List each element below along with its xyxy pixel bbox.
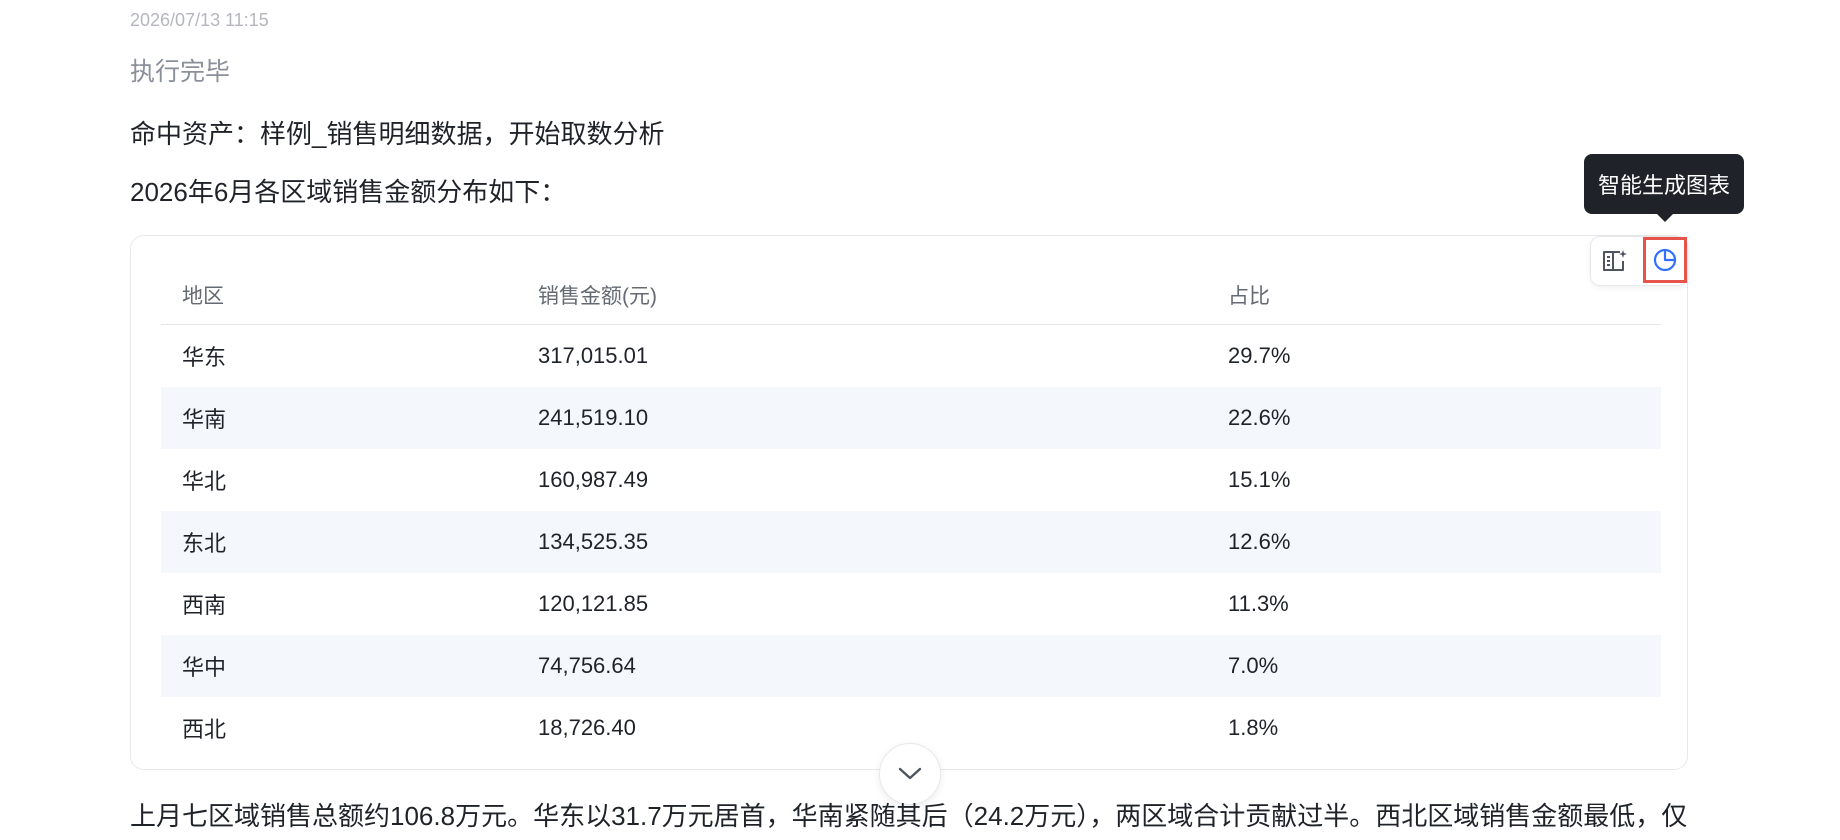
cell-region: 西南 — [182, 593, 227, 618]
book-sparkle-icon — [1603, 250, 1627, 271]
cell-region: 东北 — [182, 531, 227, 556]
message-timestamp: 2026/07/13 11:15 — [130, 10, 269, 30]
cell-sales: 317,015.01 — [538, 343, 649, 368]
cell-sales: 134,525.35 — [538, 529, 649, 554]
cell-sales: 74,756.64 — [538, 653, 636, 678]
table-row: 华东 317,015.01 29.7% — [161, 325, 1661, 387]
chevron-down-icon — [898, 767, 922, 780]
cell-share: 29.7% — [1228, 343, 1291, 368]
chart-tooltip: 智能生成图表 — [1584, 154, 1744, 222]
smart-chart-button[interactable] — [1643, 237, 1687, 283]
analysis-summary-text: 上月七区域销售总额约106.8万元。华东以31.7万元居首，华南紧随其后（24.… — [130, 801, 1688, 831]
cell-share: 12.6% — [1228, 529, 1291, 554]
result-table: 地区 销售金额(元) 占比 华东 317,015.01 29.7% 华南 241… — [161, 266, 1661, 759]
cell-share: 7.0% — [1228, 653, 1279, 678]
table-row: 西南 120,121.85 11.3% — [161, 573, 1661, 635]
cell-region: 华北 — [182, 469, 227, 494]
result-intro-text: 2026年6月各区域销售金额分布如下： — [130, 177, 567, 207]
table-row: 华北 160,987.49 15.1% — [161, 449, 1661, 511]
table-row: 东北 134,525.35 12.6% — [161, 511, 1661, 573]
table-row: 华中 74,756.64 7.0% — [161, 635, 1661, 697]
cell-share: 11.3% — [1228, 591, 1289, 616]
table-row: 华南 241,519.10 22.6% — [161, 387, 1661, 449]
cell-region: 华东 — [182, 345, 227, 370]
chat-message-page: 2026/07/13 11:15 执行完毕 命中资产：样例_销售明细数据，开始取… — [0, 0, 1840, 840]
cell-share: 1.8% — [1228, 715, 1279, 740]
cell-sales: 241,519.10 — [538, 405, 649, 430]
cell-share: 15.1% — [1228, 467, 1291, 492]
pie-chart-icon — [1653, 248, 1677, 272]
table-toolbar — [1590, 236, 1688, 286]
execution-status: 执行完毕 — [130, 58, 231, 86]
cell-share: 22.6% — [1228, 405, 1291, 430]
cell-sales: 160,987.49 — [538, 467, 649, 492]
cell-sales: 18,726.40 — [538, 715, 636, 740]
insight-button[interactable] — [1591, 237, 1639, 285]
cell-region: 西北 — [182, 717, 227, 742]
column-header-sales: 销售金额(元) — [538, 285, 657, 308]
cell-region: 华中 — [182, 655, 227, 680]
column-header-region: 地区 — [182, 285, 224, 308]
hit-asset-text: 命中资产：样例_销售明细数据，开始取数分析 — [130, 119, 665, 149]
cell-region: 华南 — [182, 407, 227, 432]
cell-sales: 120,121.85 — [538, 591, 649, 616]
table-header-row: 地区 销售金额(元) 占比 — [161, 266, 1661, 325]
result-table-card: 地区 销售金额(元) 占比 华东 317,015.01 29.7% 华南 241… — [130, 235, 1688, 770]
